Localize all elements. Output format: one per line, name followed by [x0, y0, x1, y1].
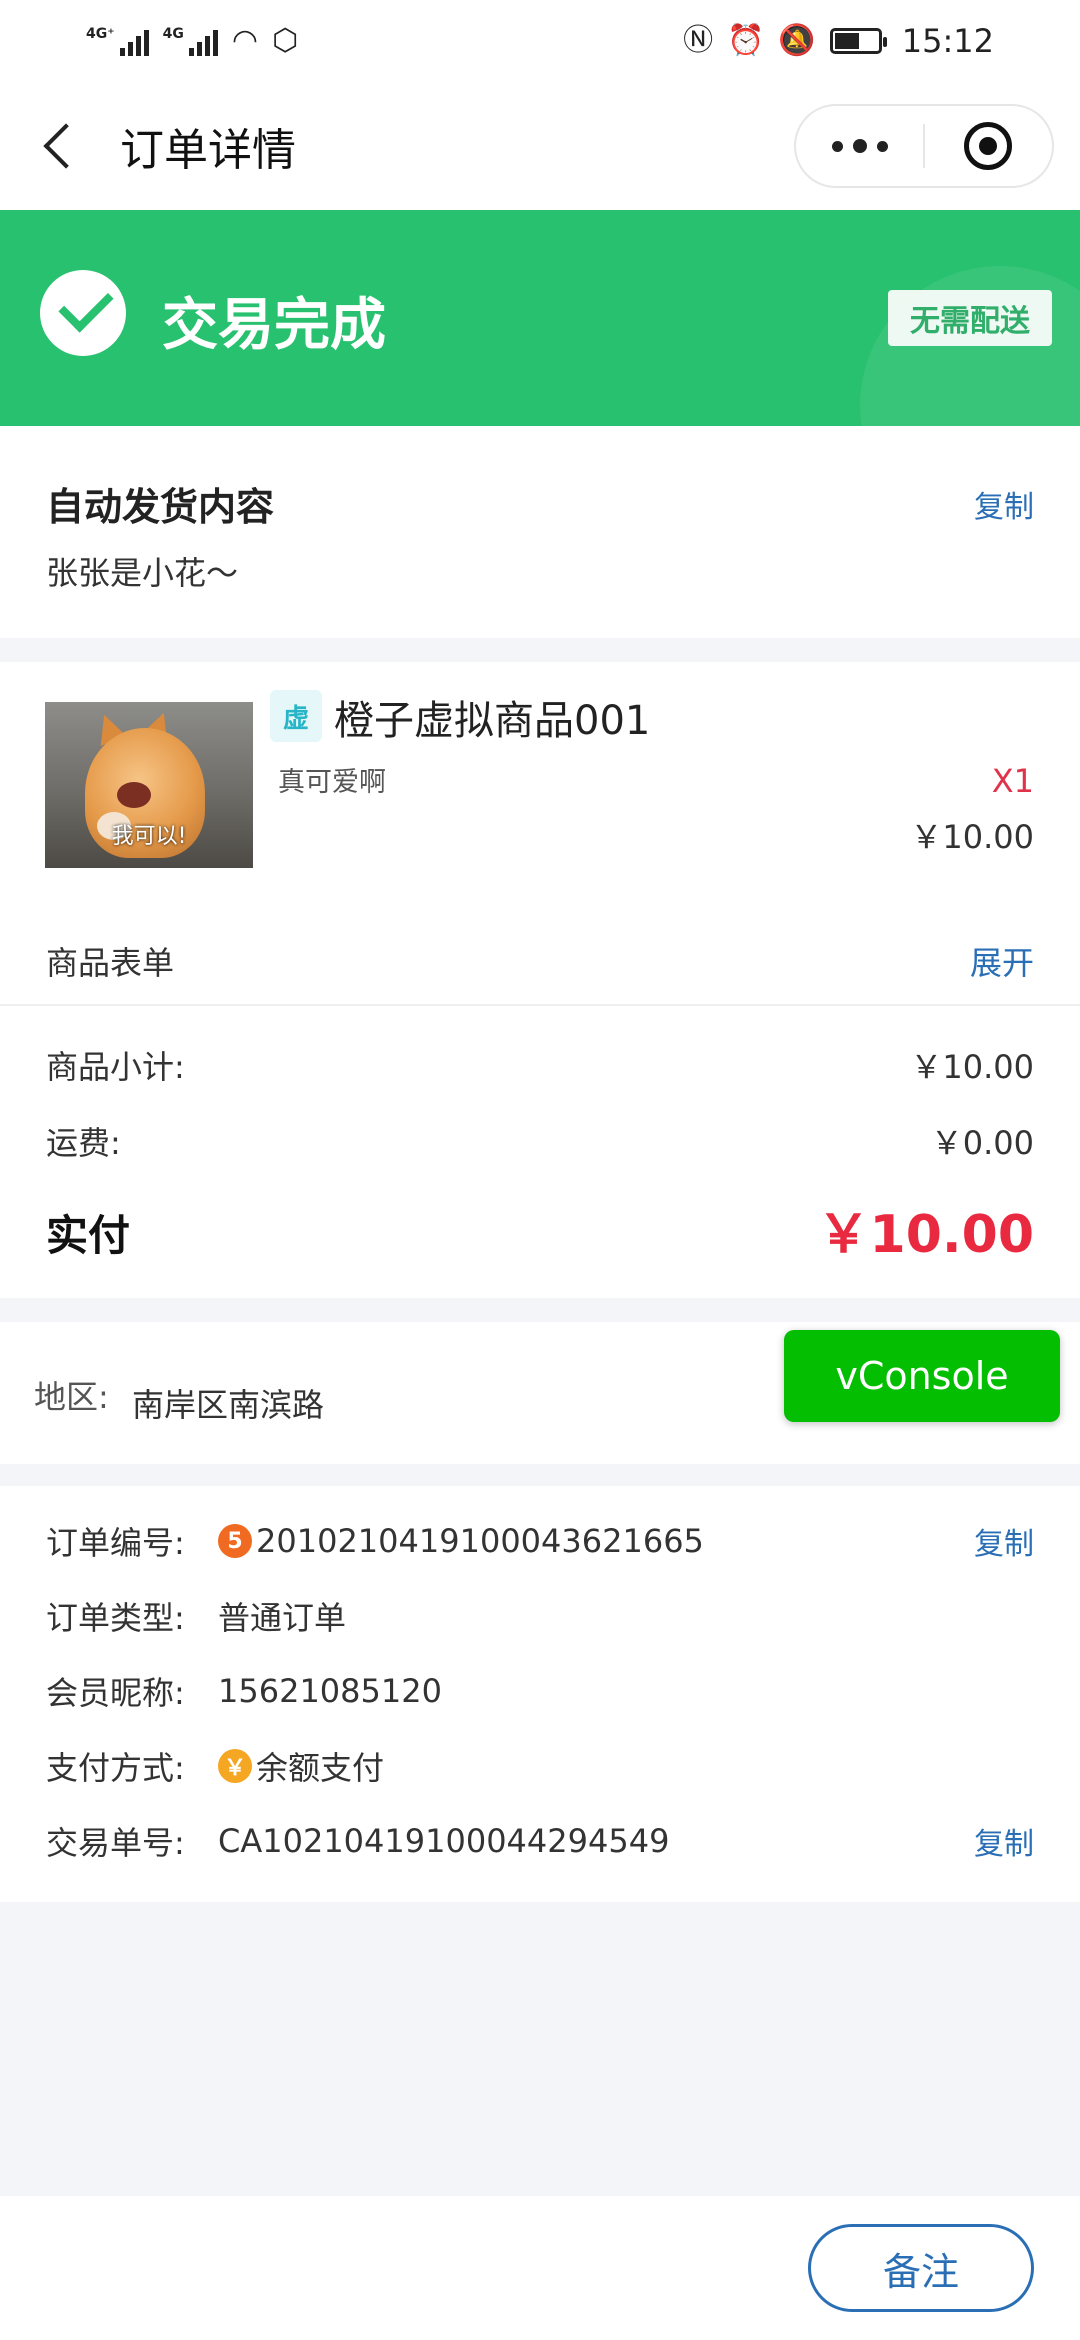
- order-info-section: 订单编号: 5 2010210419100043621665 复制 订单类型: …: [0, 1486, 1080, 1902]
- order-status-banner: 交易完成 无需配送: [0, 210, 1080, 426]
- copy-trade-number-button[interactable]: 复制: [974, 1819, 1034, 1863]
- order-type-label: 订单类型:: [46, 1599, 185, 1637]
- delivery-badge: 无需配送: [888, 290, 1052, 346]
- check-icon: [40, 270, 126, 356]
- html5-icon: 5: [218, 1524, 252, 1558]
- pay-method-value-group: ￥ 余额支付: [218, 1743, 384, 1789]
- paid-value: ￥10.00: [817, 1205, 1034, 1265]
- goods-quantity: X1: [991, 762, 1034, 800]
- alarm-icon: ⏰: [727, 23, 765, 58]
- region-value: 南岸区南滨路: [132, 1386, 325, 1424]
- mini-program-capsule: [794, 104, 1054, 188]
- member-nickname-value: 15621085120: [218, 1672, 442, 1710]
- order-type-value: 普通订单: [218, 1599, 347, 1637]
- vconsole-button[interactable]: vConsole: [784, 1330, 1060, 1422]
- balance-icon: ￥: [218, 1749, 252, 1783]
- nfc-icon: Ⓝ: [683, 23, 714, 58]
- auto-delivery-content: 张张是小花～: [46, 554, 239, 592]
- nav-bar: 订单详情: [0, 82, 1080, 210]
- battery-icon: [829, 28, 887, 54]
- member-nickname-label: 会员昵称:: [46, 1674, 185, 1712]
- freight-label: 运费:: [46, 1124, 121, 1162]
- order-number-value-group: 5 2010210419100043621665: [218, 1522, 704, 1560]
- trade-number-label: 交易单号:: [46, 1824, 185, 1862]
- status-bar-left: 4G⁺ 4G ◠ ⬡: [86, 26, 298, 56]
- signal-icon: 4G: [163, 26, 218, 56]
- expand-form-button[interactable]: 展开: [970, 938, 1034, 984]
- auto-delivery-title: 自动发货内容: [46, 485, 275, 529]
- status-time: 15:12: [901, 22, 994, 60]
- status-bar: 4G⁺ 4G ◠ ⬡ Ⓝ ⏰ 🔕 15:12: [0, 0, 1080, 82]
- pay-method-row: 支付方式: ￥ 余额支付: [46, 1741, 1034, 1791]
- goods-thumbnail[interactable]: 我可以!: [45, 702, 253, 868]
- trade-number-row: 交易单号: CA102104191000442945​49 复制: [46, 1816, 1034, 1866]
- more-icon[interactable]: [796, 139, 923, 153]
- goods-section: 我可以! 虚 橙子虚拟商品001 真可爱啊 X1 ￥10.00 商品表单 展开 …: [0, 662, 1080, 1298]
- goods-description: 真可爱啊: [278, 767, 386, 798]
- mute-icon: 🔕: [778, 23, 816, 58]
- copy-delivery-button[interactable]: 复制: [974, 482, 1034, 526]
- network-type-2: 4G: [162, 26, 184, 42]
- subtotal-value: ￥10.00: [910, 1048, 1034, 1086]
- network-type-1: 4G⁺: [86, 26, 115, 42]
- order-type-row: 订单类型: 普通订单: [46, 1591, 1034, 1641]
- pay-method-label: 支付方式:: [46, 1749, 185, 1787]
- status-bar-right: Ⓝ ⏰ 🔕 15:12: [683, 22, 994, 60]
- copy-order-number-button[interactable]: 复制: [974, 1519, 1034, 1563]
- signal-icon: 4G⁺: [86, 26, 149, 56]
- goods-price: ￥10.00: [910, 818, 1034, 856]
- page-title: 订单详情: [120, 125, 296, 176]
- goods-form-label: 商品表单: [46, 944, 175, 982]
- virtual-goods-tag: 虚: [270, 690, 322, 742]
- shield-icon: ⬡: [272, 23, 299, 58]
- order-number-value: 2010210419100043621665: [256, 1522, 704, 1560]
- pay-method-value: 余额支付: [256, 1749, 385, 1787]
- trade-number-value: CA102104191000442945​49: [218, 1822, 670, 1860]
- target-icon[interactable]: [925, 122, 1052, 170]
- member-row: 会员昵称: 15621085120: [46, 1666, 1034, 1716]
- remark-button[interactable]: 备注: [808, 2224, 1034, 2312]
- back-icon[interactable]: [36, 118, 92, 174]
- order-number-label: 订单编号:: [46, 1524, 185, 1562]
- wifi-icon: ◠: [231, 23, 259, 58]
- order-status-title: 交易完成: [162, 293, 386, 358]
- thumbnail-caption: 我可以!: [111, 824, 187, 849]
- paid-label: 实付: [46, 1211, 131, 1260]
- goods-name: 橙子虚拟商品001: [334, 698, 651, 744]
- order-number-row: 订单编号: 5 2010210419100043621665 复制: [46, 1516, 1034, 1566]
- subtotal-label: 商品小计:: [46, 1048, 185, 1086]
- region-label: 地区:: [34, 1378, 109, 1416]
- freight-value: ￥0.00: [930, 1124, 1034, 1162]
- bottom-action-bar: 备注: [0, 2196, 1080, 2340]
- divider: [0, 1004, 1080, 1006]
- auto-delivery-section: 自动发货内容 复制 张张是小花～: [0, 426, 1080, 638]
